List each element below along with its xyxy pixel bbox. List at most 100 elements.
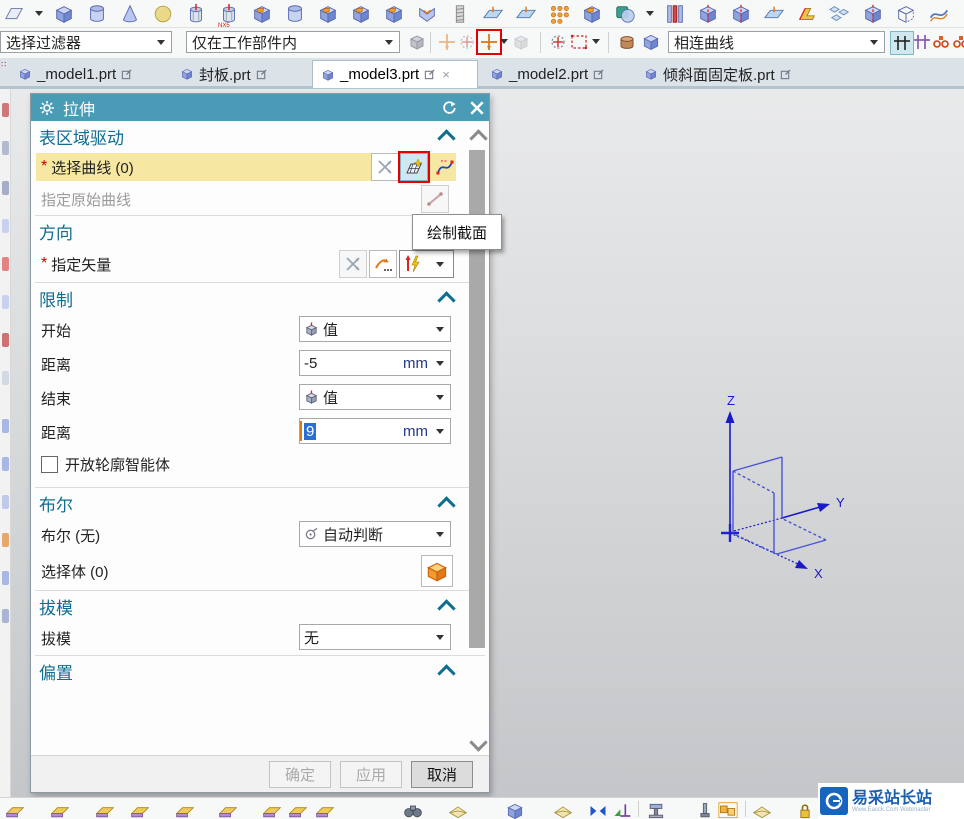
- sphere-icon[interactable]: [151, 2, 175, 26]
- start-mode-caret[interactable]: [436, 327, 444, 332]
- flange-icon[interactable]: [5, 801, 25, 819]
- cube-hole-icon[interactable]: [316, 2, 340, 26]
- start-distance-input[interactable]: -5 mm: [299, 350, 451, 376]
- assembly-constraints-icon[interactable]: [406, 31, 428, 53]
- original-curve-button[interactable]: [421, 185, 449, 213]
- deselect-button[interactable]: [371, 153, 399, 181]
- block-icon[interactable]: [52, 2, 76, 26]
- tab-fengban[interactable]: 封板.prt: [172, 60, 308, 88]
- pattern-squares-icon[interactable]: [718, 801, 738, 819]
- end-mode-caret[interactable]: [436, 395, 444, 400]
- emboss-icon[interactable]: [415, 2, 439, 26]
- snap-point-caret[interactable]: [500, 39, 508, 44]
- scroll-down-icon[interactable]: [469, 733, 488, 752]
- shaded-tool-icon[interactable]: [616, 31, 638, 53]
- chain-partial-icon[interactable]: [950, 31, 964, 53]
- collapse-chevron-icon[interactable]: [437, 599, 456, 618]
- open-profile-checkbox[interactable]: [41, 455, 58, 473]
- follow-fillet-icon[interactable]: [930, 31, 952, 53]
- specify-original-curve-row[interactable]: 指定原始曲线: [31, 183, 489, 215]
- rectangle-select-icon[interactable]: [568, 31, 590, 53]
- clipped-icon[interactable]: [2, 181, 9, 195]
- clipped-icon[interactable]: [2, 219, 9, 233]
- snap-point-highlight-icon[interactable]: [476, 29, 502, 55]
- perpendicular-snap-icon[interactable]: [612, 801, 632, 819]
- clipped-icon[interactable]: [2, 257, 9, 271]
- section-boolean-header[interactable]: 布尔: [31, 488, 489, 518]
- trim-body-icon[interactable]: [696, 2, 720, 26]
- swept-sheet-icon[interactable]: [927, 2, 951, 26]
- draft-mode-caret[interactable]: [436, 635, 444, 640]
- hole-icon[interactable]: [184, 2, 208, 26]
- select-body-button[interactable]: [421, 555, 453, 587]
- section-limits-header[interactable]: 限制: [31, 283, 489, 313]
- split-body-icon[interactable]: [729, 2, 753, 26]
- vector-dialog-button[interactable]: [399, 250, 427, 278]
- dialog-reset-icon[interactable]: [433, 97, 457, 119]
- collapse-chevron-icon[interactable]: [437, 664, 456, 683]
- apply-button[interactable]: 应用: [340, 760, 402, 788]
- snap-pair-icon[interactable]: [510, 31, 532, 53]
- pattern-feature-icon[interactable]: [547, 2, 571, 26]
- selection-filter-caret[interactable]: [157, 40, 165, 45]
- render-style-icon[interactable]: [448, 801, 468, 819]
- dimple-icon[interactable]: [175, 801, 195, 819]
- end-mode-combo[interactable]: 值: [299, 384, 451, 410]
- cylinder-icon[interactable]: [85, 2, 109, 26]
- clipped-icon[interactable]: [2, 103, 9, 117]
- clipped-icon[interactable]: [2, 141, 9, 155]
- bend-sheet-icon[interactable]: [130, 801, 150, 819]
- scroll-up-icon[interactable]: [469, 129, 488, 148]
- normal-cutout-icon[interactable]: [288, 801, 308, 819]
- unite-boolean-icon[interactable]: [613, 2, 637, 26]
- cube-tool-icon[interactable]: [640, 31, 662, 53]
- mirror-body-icon[interactable]: [580, 2, 604, 26]
- draft-mode-combo[interactable]: 无: [299, 624, 451, 650]
- cutout-icon[interactable]: [262, 801, 282, 819]
- lock-icon[interactable]: [795, 801, 815, 819]
- selection-scope-combo[interactable]: 仅在工作部件内: [186, 31, 400, 53]
- tab-model2[interactable]: _model2.prt: [482, 60, 632, 88]
- select-curve-row[interactable]: * 选择曲线 (0): [31, 151, 489, 183]
- specify-vector-row[interactable]: * 指定矢量: [31, 246, 489, 282]
- datum-plane-dropdown-caret[interactable]: [35, 11, 43, 16]
- bowtie-mirror-icon[interactable]: [588, 801, 608, 819]
- collapse-chevron-icon[interactable]: [437, 496, 456, 515]
- flat-sheet-icon[interactable]: [752, 801, 772, 819]
- bounded-plane-icon[interactable]: [894, 2, 918, 26]
- cube-pocket-icon[interactable]: [382, 2, 406, 26]
- pin-icon[interactable]: [695, 801, 715, 819]
- curve-rule-icon[interactable]: [431, 153, 459, 181]
- curve-rule-caret[interactable]: [870, 40, 878, 45]
- clipped-icon[interactable]: [2, 295, 9, 309]
- section-offset-header[interactable]: 偏置: [31, 656, 489, 686]
- sketch-section-button[interactable]: [398, 151, 430, 183]
- selection-scope-caret[interactable]: [385, 40, 393, 45]
- contour-flange-icon[interactable]: [50, 801, 70, 819]
- boolean-mode-caret[interactable]: [436, 532, 444, 537]
- sheet-tab-icon[interactable]: [95, 801, 115, 819]
- find-binoculars-icon[interactable]: [403, 801, 423, 819]
- dialog-close-icon[interactable]: [461, 97, 485, 119]
- bend-icon[interactable]: [795, 2, 819, 26]
- cancel-button[interactable]: 取消: [411, 760, 473, 788]
- clipped-icon[interactable]: [2, 571, 9, 585]
- unit-caret[interactable]: [436, 429, 444, 434]
- vector-type-caret-button[interactable]: [426, 250, 454, 278]
- clipped-icon[interactable]: [2, 419, 9, 433]
- datum-plane-icon[interactable]: [2, 2, 26, 26]
- bead-icon[interactable]: [315, 801, 335, 819]
- clamp-icon[interactable]: [646, 801, 666, 819]
- snap-circle-center-icon[interactable]: [547, 31, 569, 53]
- reverse-direction-button[interactable]: [369, 250, 397, 278]
- sheet-stack-icon[interactable]: [514, 2, 538, 26]
- rib-icon[interactable]: [663, 2, 687, 26]
- end-distance-input[interactable]: 9 mm: [299, 418, 451, 444]
- tab-close-icon[interactable]: ×: [442, 67, 450, 82]
- snap-point-gray-icon[interactable]: [436, 31, 458, 53]
- unit-caret[interactable]: [436, 361, 444, 366]
- snap-rotate-gray-icon[interactable]: [456, 31, 478, 53]
- tab-model3-active[interactable]: _model3.prt ×: [312, 60, 478, 88]
- lattice-icon[interactable]: [828, 2, 852, 26]
- hole-nx5-icon[interactable]: NX5: [217, 2, 241, 29]
